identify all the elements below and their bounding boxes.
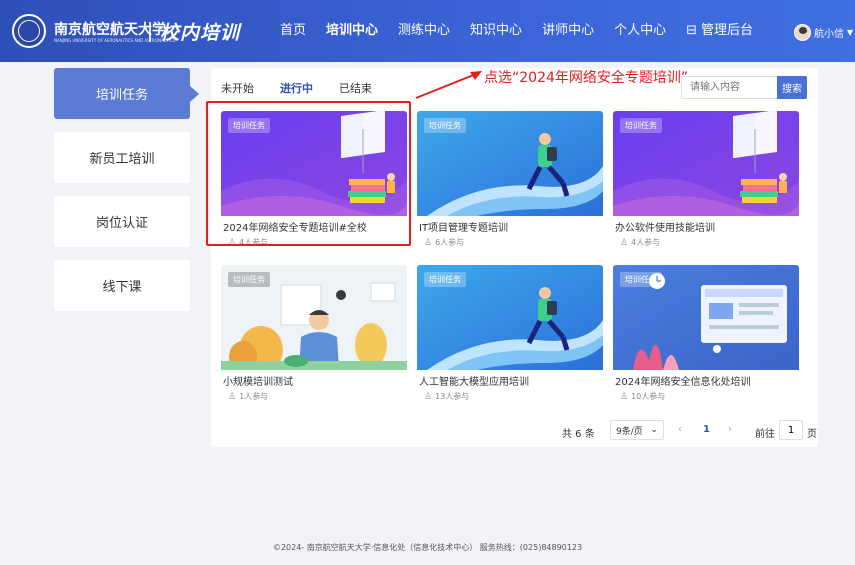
nav-home[interactable]: 首页 — [280, 0, 306, 62]
sidebar: 培训任务 新员工培训 岗位认证 线下课 — [54, 68, 199, 324]
search-input[interactable] — [681, 76, 777, 99]
main-nav: 首页 培训中心 测练中心 知识中心 讲师中心 个人中心 ⊟ 管理后台 — [270, 0, 763, 62]
course-thumbnail: 培训任务 — [417, 265, 603, 370]
course-participants: ♙ 4人参与 — [228, 237, 268, 248]
course-badge: 培训任务 — [620, 272, 662, 287]
course-badge: 培训任务 — [228, 272, 270, 287]
person-icon: ♙ — [620, 391, 629, 402]
goto-suffix: 页 — [807, 429, 817, 440]
course-thumbnail: 培训任务 — [221, 265, 407, 370]
page-number-current[interactable]: 1 — [703, 424, 710, 435]
status-tabs: 未开始 进行中 已结束 — [221, 80, 372, 103]
person-icon: ♙ — [424, 391, 433, 402]
prev-page-icon[interactable]: ‹ — [678, 424, 682, 435]
goto-label: 前往 — [755, 429, 775, 440]
annotation-text: 点选“2024年网络安全专题培训” — [484, 70, 689, 86]
caret-down-icon: ▼ — [847, 28, 854, 37]
course-participants: ♙ 10人参与 — [620, 391, 665, 402]
page-size-select[interactable]: 9条/页 ⌄ — [610, 420, 664, 440]
course-participants: ♙ 1人参与 — [228, 391, 268, 402]
main-panel: 未开始 进行中 已结束 搜索 培训任务 — [211, 68, 818, 447]
nav-lecturer-center[interactable]: 讲师中心 — [542, 0, 594, 62]
tab-not-started[interactable]: 未开始 — [221, 80, 254, 103]
annotation-arrow-icon — [415, 71, 482, 99]
footer-text: ©2024- 南京航空航天大学·信息化处（信息化技术中心） 服务热线：(025)… — [272, 543, 583, 552]
pagination-total: 共 6 条 — [562, 429, 595, 440]
course-card[interactable]: 培训任务 人工智能大模型应用培训 ♙ 13人参与 — [417, 265, 603, 408]
user-menu[interactable]: 航小信 ▼ — [794, 24, 853, 41]
university-logo-icon[interactable] — [12, 14, 46, 48]
participants-count: 13人参与 — [435, 392, 470, 401]
tab-finished[interactable]: 已结束 — [339, 80, 372, 103]
course-badge: 培训任务 — [424, 272, 466, 287]
course-thumbnail: 培训任务 — [417, 111, 603, 216]
course-title: 2024年网络安全信息化处培训 — [615, 377, 751, 388]
nav-knowledge-center[interactable]: 知识中心 — [470, 0, 522, 62]
participants-count: 10人参与 — [631, 392, 666, 401]
person-icon: ♙ — [228, 237, 237, 248]
participants-count: 4人参与 — [239, 238, 269, 247]
course-card[interactable]: 培训任务 办公软件使用技能培训 ♙ 4人参与 — [613, 111, 799, 254]
course-title: 人工智能大模型应用培训 — [419, 377, 529, 388]
course-card[interactable]: 培训任务 小规模培训测试 ♙ 1人参与 — [221, 265, 407, 408]
course-participants: ♙ 4人参与 — [620, 237, 660, 248]
search-button[interactable]: 搜索 — [777, 76, 807, 99]
course-thumbnail: 培训任务 — [613, 111, 799, 216]
page-size-value: 9条/页 — [616, 426, 643, 437]
course-thumbnail: 培训任务 — [221, 111, 407, 216]
course-thumbnail: 培训任务 — [613, 265, 799, 370]
university-name-en: NANJING UNIVERSITY OF AERONAUTICS AND AS… — [54, 38, 176, 43]
tab-in-progress[interactable]: 进行中 — [280, 80, 313, 103]
avatar — [794, 24, 811, 41]
course-title: 小规模培训测试 — [223, 377, 293, 388]
participants-count: 1人参与 — [239, 392, 269, 401]
goto-page-input[interactable] — [779, 420, 803, 440]
course-badge: 培训任务 — [228, 118, 270, 133]
user-name: 航小信 — [814, 29, 844, 40]
course-card[interactable]: 培训任务 IT项目管理专题培训 ♙ 6人参与 — [417, 111, 603, 254]
participants-count: 4人参与 — [631, 238, 661, 247]
course-title: IT项目管理专题培训 — [419, 223, 509, 234]
course-badge: 培训任务 — [424, 118, 466, 133]
chevron-down-icon: ⌄ — [650, 425, 658, 435]
course-participants: ♙ 6人参与 — [424, 237, 464, 248]
sidebar-item-new-employee[interactable]: 新员工培训 — [54, 132, 190, 183]
nav-test-center[interactable]: 测练中心 — [398, 0, 450, 62]
person-icon: ♙ — [424, 237, 433, 248]
course-card[interactable]: 培训任务 2024年网络安全信息化处培训 ♙ 10人参与 — [613, 265, 799, 408]
header-divider — [149, 22, 151, 42]
sidebar-item-certification[interactable]: 岗位认证 — [54, 196, 190, 247]
nav-admin[interactable]: ⊟ 管理后台 — [686, 0, 753, 62]
nav-admin-label: 管理后台 — [701, 23, 754, 38]
course-badge: 培训任务 — [620, 118, 662, 133]
admin-icon: ⊟ — [686, 23, 697, 38]
nav-training-center[interactable]: 培训中心 — [326, 0, 378, 62]
participants-count: 6人参与 — [435, 238, 465, 247]
person-icon: ♙ — [228, 391, 237, 402]
site-brand: 校内培训 — [160, 22, 241, 44]
course-participants: ♙ 13人参与 — [424, 391, 469, 402]
person-icon: ♙ — [620, 237, 629, 248]
sidebar-item-training-tasks[interactable]: 培训任务 — [54, 68, 199, 119]
course-card[interactable]: 培训任务 2024年网络安全专题培训#全校 ♙ 4人参与 — [221, 111, 407, 254]
search-bar: 搜索 — [681, 76, 807, 99]
sidebar-item-offline-course[interactable]: 线下课 — [54, 260, 190, 311]
course-title: 办公软件使用技能培训 — [615, 223, 715, 234]
next-page-icon[interactable]: › — [728, 424, 732, 435]
nav-personal-center[interactable]: 个人中心 — [614, 0, 666, 62]
course-title: 2024年网络安全专题培训#全校 — [223, 223, 367, 234]
top-header: 南京航空航天大学 NANJING UNIVERSITY OF AERONAUTI… — [0, 0, 855, 62]
